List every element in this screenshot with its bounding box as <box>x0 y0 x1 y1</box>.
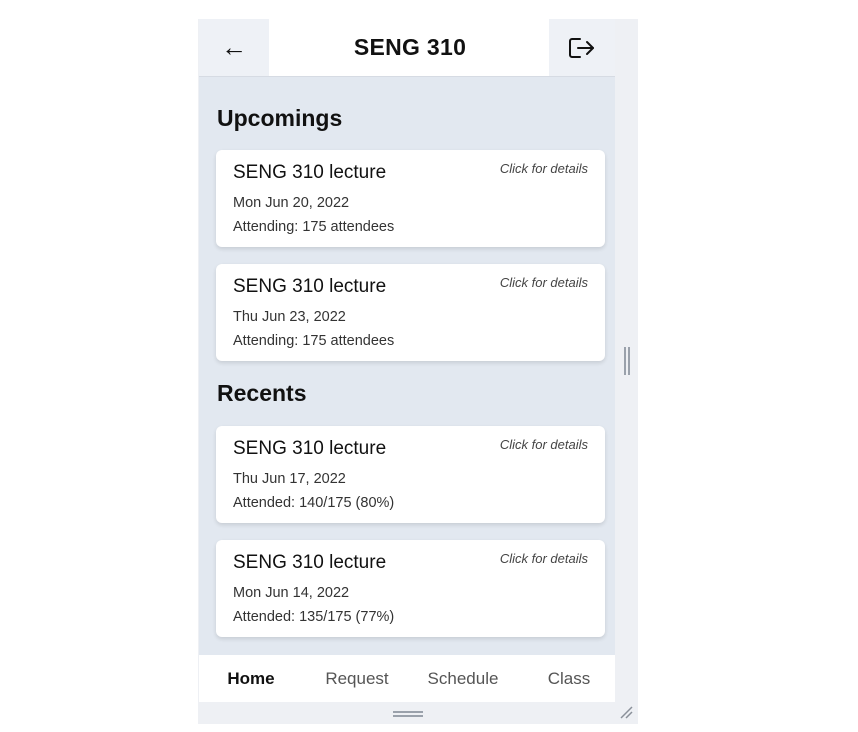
card-details-hint: Click for details <box>499 551 588 566</box>
recents-heading: Recents <box>217 380 307 406</box>
logout-icon <box>569 37 594 58</box>
logout-button[interactable] <box>549 19 615 76</box>
card-details-hint: Click for details <box>499 275 588 290</box>
nav-home[interactable]: Home <box>199 655 303 702</box>
upcoming-card[interactable]: SENG 310 lecture Click for details Mon J… <box>216 150 605 247</box>
upcoming-card[interactable]: SENG 310 lecture Click for details Thu J… <box>216 264 605 361</box>
card-details-hint: Click for details <box>499 437 588 452</box>
card-title: SENG 310 lecture <box>233 552 387 573</box>
nav-request[interactable]: Request <box>305 655 409 702</box>
card-attendance: Attending: 175 attendees <box>233 219 395 235</box>
back-button[interactable]: ← <box>199 19 269 76</box>
card-attendance: Attended: 140/175 (80%) <box>233 495 395 511</box>
card-title: SENG 310 lecture <box>233 276 387 297</box>
card-title: SENG 310 lecture <box>233 438 387 459</box>
bottom-resize-handle[interactable] <box>393 711 423 717</box>
recent-card[interactable]: SENG 310 lecture Click for details Mon J… <box>216 540 605 637</box>
page-title: SENG 310 <box>353 34 467 60</box>
corner-resize-icon[interactable] <box>619 705 633 719</box>
recent-card[interactable]: SENG 310 lecture Click for details Thu J… <box>216 426 605 523</box>
card-attendance: Attended: 135/175 (77%) <box>233 609 395 625</box>
card-date: Mon Jun 20, 2022 <box>233 195 350 211</box>
card-title: SENG 310 lecture <box>233 162 387 183</box>
card-details-hint: Click for details <box>499 161 588 176</box>
app-header: ← SENG 310 <box>199 19 615 77</box>
app-screen: ← SENG 310 Upcomings SENG 310 lecture Cl… <box>199 19 615 702</box>
card-date: Thu Jun 17, 2022 <box>233 471 346 487</box>
card-date: Thu Jun 23, 2022 <box>233 309 346 325</box>
nav-schedule[interactable]: Schedule <box>411 655 515 702</box>
upcomings-heading: Upcomings <box>217 105 343 131</box>
device-frame: ← SENG 310 Upcomings SENG 310 lecture Cl… <box>198 19 638 724</box>
side-resize-handle[interactable] <box>624 347 630 375</box>
card-date: Mon Jun 14, 2022 <box>233 585 350 601</box>
back-arrow-icon: ← <box>221 32 247 62</box>
bottom-navigation: Home Request Schedule Class <box>199 655 615 702</box>
nav-class[interactable]: Class <box>517 655 615 702</box>
card-attendance: Attending: 175 attendees <box>233 333 395 349</box>
